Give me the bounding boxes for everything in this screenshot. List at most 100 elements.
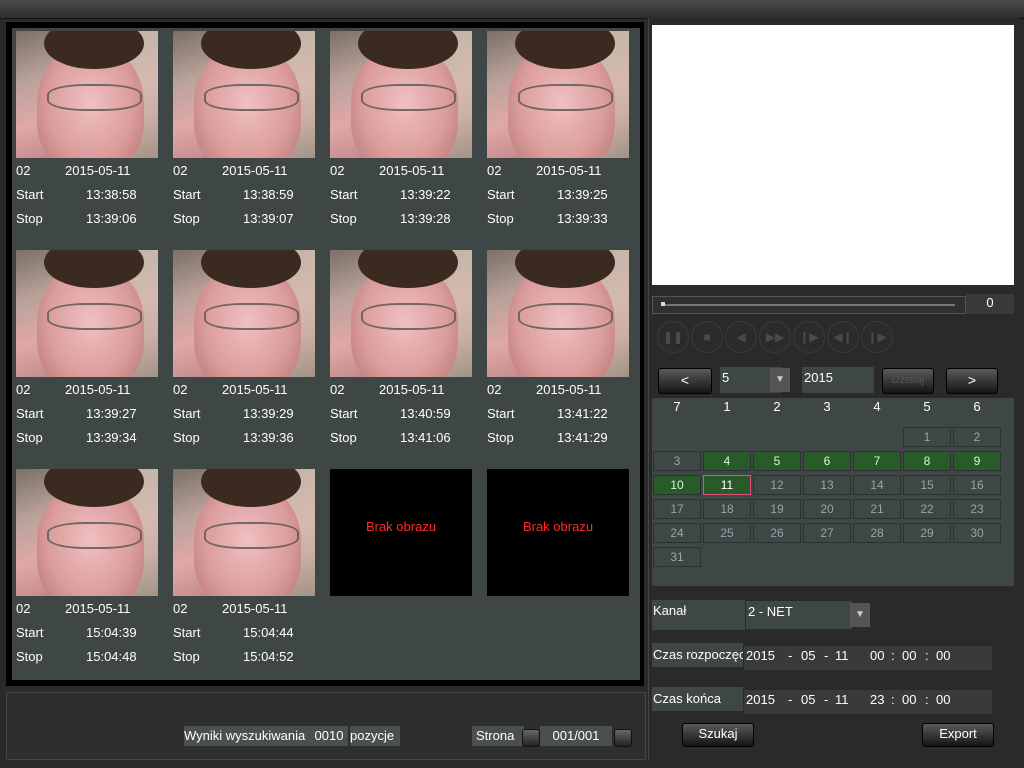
result-stop-time: 13:39:34 [86,430,137,445]
start-hour: 00 [870,648,885,663]
result-start-time: 13:41:22 [557,406,608,421]
result-thumbnail[interactable] [173,31,315,158]
thumbnail-glasses [47,84,143,112]
calendar-day[interactable]: 23 [953,499,1001,519]
start-time-field[interactable]: 2015 - 05 - 11 00 : 00 : 00 [744,646,992,670]
next-month-button[interactable]: > [946,368,998,394]
calendar-day[interactable]: 18 [703,499,751,519]
calendar-day[interactable]: 14 [853,475,901,495]
result-start-time: 15:04:39 [86,625,137,640]
result-thumbnail[interactable] [16,250,158,377]
time-separator: : [891,692,895,707]
calendar-day[interactable]: 8 [903,451,951,471]
calendar-day[interactable]: 10 [653,475,701,495]
year-field[interactable]: 2015 [802,367,874,393]
result-stop-time: 15:04:48 [86,649,137,664]
result-stop-label: Stop [330,211,357,226]
fast-forward-icon[interactable]: ▶▶ [759,321,791,353]
calendar-day[interactable]: 1 [903,427,951,447]
calendar-day[interactable]: 31 [653,547,701,567]
stop-icon[interactable]: ■ [691,321,723,353]
slider-knob[interactable] [661,302,665,306]
calendar-day[interactable]: 24 [653,523,701,543]
thumbnail-glasses [518,303,614,331]
today-button[interactable]: Dzisiaj [882,368,934,394]
playback-slider[interactable] [652,296,966,314]
result-thumbnail[interactable] [487,31,629,158]
result-thumbnail[interactable]: Brak obrazu [330,469,472,596]
channel-select[interactable]: 2 - NET [746,601,852,629]
export-button[interactable]: Export [922,723,994,747]
step-back-icon[interactable]: ◀❙ [827,321,859,353]
slider-track [661,304,955,306]
start-time-label: Czas rozpoczęcia [652,643,743,667]
calendar-day[interactable]: 30 [953,523,1001,543]
result-stop-time: 13:39:07 [243,211,294,226]
result-thumbnail[interactable] [487,250,629,377]
result-thumbnail[interactable] [16,469,158,596]
result-channel: 02 [487,163,502,178]
calendar-day[interactable]: 7 [853,451,901,471]
result-channel: 02 [173,601,188,616]
calendar-day[interactable]: 19 [753,499,801,519]
calendar-day[interactable]: 2 [953,427,1001,447]
result-thumbnail[interactable] [330,250,472,377]
calendar-day[interactable]: 25 [703,523,751,543]
page-value: 001/001 [540,726,612,746]
calendar-day[interactable]: 28 [853,523,901,543]
calendar-day[interactable]: 6 [803,451,851,471]
result-thumbnail[interactable] [330,31,472,158]
weekday-header: 3 [823,399,831,414]
reverse-play-icon[interactable]: ◀ [725,321,757,353]
calendar-day[interactable]: 3 [653,451,701,471]
results-unit: pozycje [350,726,400,746]
result-stop-label: Stop [16,211,43,226]
chevron-down-icon[interactable]: ▼ [770,368,790,392]
result-stop-time: 13:41:29 [557,430,608,445]
calendar-day[interactable]: 20 [803,499,851,519]
result-date: 2015-05-11 [379,163,445,178]
result-stop-label: Stop [16,649,43,664]
pause-icon[interactable]: ❚❚ [657,321,689,353]
calendar-day[interactable]: 11 [703,475,751,495]
results-grid: 02 2015-05-11 Start 13:38:58 Stop 13:39:06 02 2… [12,28,640,680]
date-separator: - [788,648,793,663]
result-date: 2015-05-11 [65,382,131,397]
next-page-button[interactable] [614,729,632,747]
end-second: 00 [936,692,951,707]
calendar-day[interactable]: 29 [903,523,951,543]
result-start-label: Start [16,406,44,421]
weekday-header: 4 [873,399,881,414]
calendar-day[interactable]: 27 [803,523,851,543]
calendar-day[interactable]: 9 [953,451,1001,471]
calendar-day[interactable]: 26 [753,523,801,543]
calendar-day[interactable]: 5 [753,451,801,471]
calendar-day[interactable]: 13 [803,475,851,495]
calendar-day[interactable]: 4 [703,451,751,471]
result-thumbnail[interactable] [173,250,315,377]
calendar-day[interactable]: 21 [853,499,901,519]
result-channel: 02 [16,601,31,616]
chevron-down-icon[interactable]: ▼ [850,603,870,627]
result-thumbnail[interactable] [173,469,315,596]
result-date: 2015-05-11 [536,163,602,178]
result-date: 2015-05-11 [222,163,288,178]
result-thumbnail[interactable]: Brak obrazu [487,469,629,596]
result-start-label: Start [16,187,44,202]
end-minute: 00 [902,692,917,707]
end-time-field[interactable]: 2015 - 05 - 11 23 : 00 : 00 [744,690,992,714]
calendar-day[interactable]: 15 [903,475,951,495]
search-button[interactable]: Szukaj [682,723,754,747]
calendar-day[interactable]: 12 [753,475,801,495]
result-start-time: 13:38:58 [86,187,137,202]
calendar-day[interactable]: 22 [903,499,951,519]
prev-month-button[interactable]: < [658,368,712,394]
calendar-day[interactable]: 16 [953,475,1001,495]
calendar-day[interactable]: 17 [653,499,701,519]
end-year: 2015 [746,692,775,707]
step-forward-icon[interactable]: ❙▶ [793,321,825,353]
prev-page-button[interactable] [522,729,540,747]
time-separator: : [891,648,895,663]
result-thumbnail[interactable] [16,31,158,158]
play-icon[interactable]: ❙▶ [861,321,893,353]
